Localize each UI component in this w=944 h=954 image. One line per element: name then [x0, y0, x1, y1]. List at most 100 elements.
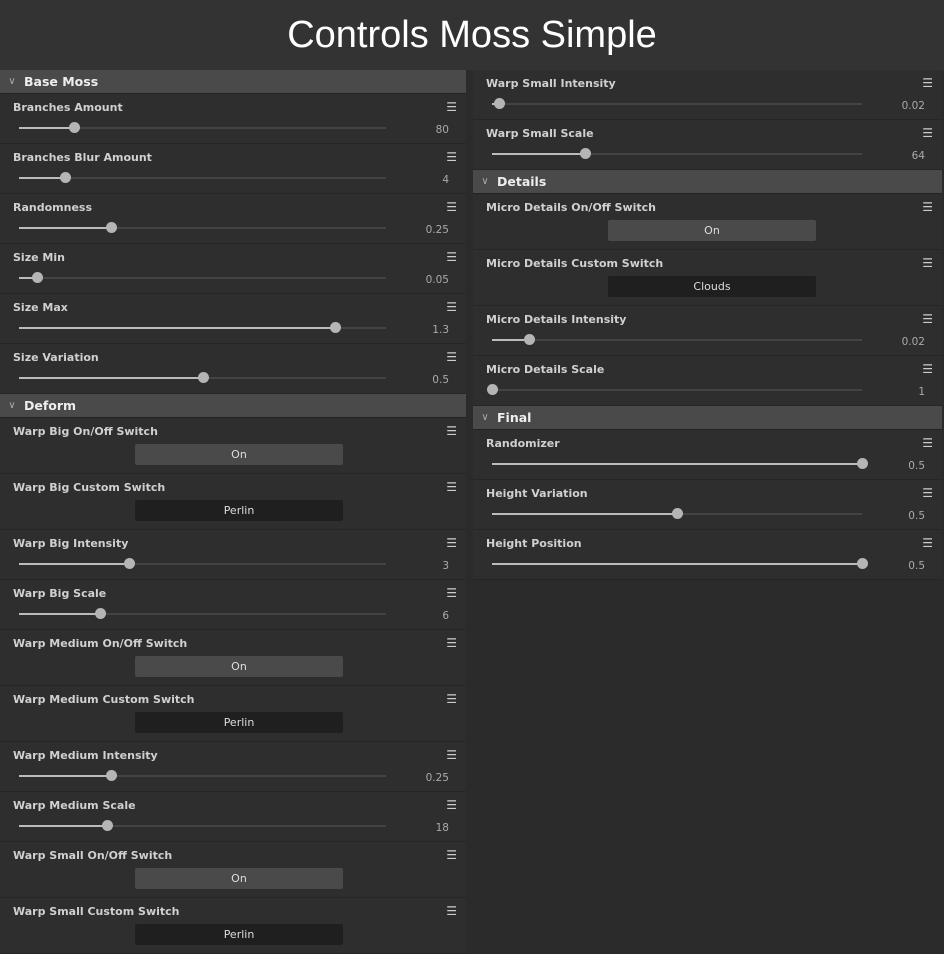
- slider-value[interactable]: 0.5: [432, 374, 449, 386]
- switch-button[interactable]: Clouds: [608, 276, 816, 297]
- param-size-min: Size Min ☰ 0.05: [0, 244, 466, 294]
- list-menu-icon[interactable]: ☰: [922, 536, 933, 550]
- list-menu-icon[interactable]: ☰: [446, 586, 457, 600]
- switch-button[interactable]: Perlin: [135, 924, 343, 945]
- chevron-down-icon[interactable]: ∨: [0, 400, 24, 411]
- list-menu-icon[interactable]: ☰: [922, 486, 933, 500]
- slider-value[interactable]: 64: [912, 150, 925, 162]
- slider-track[interactable]: [19, 608, 386, 619]
- list-menu-icon[interactable]: ☰: [446, 480, 457, 494]
- slider-thumb[interactable]: [672, 508, 683, 519]
- slider-value[interactable]: 0.5: [908, 510, 925, 522]
- section-header-final[interactable]: ∨ Final: [473, 406, 942, 430]
- list-menu-icon[interactable]: ☰: [446, 150, 457, 164]
- slider-thumb[interactable]: [59, 172, 71, 183]
- slider-fill: [19, 177, 65, 179]
- param-label: Warp Big Scale: [13, 587, 107, 600]
- slider-track[interactable]: [19, 172, 386, 183]
- list-menu-icon[interactable]: ☰: [446, 636, 457, 650]
- slider-value[interactable]: 0.5: [908, 560, 925, 572]
- section-header-base-moss[interactable]: ∨ Base Moss: [0, 70, 466, 94]
- slider-value[interactable]: 0.02: [902, 100, 925, 112]
- slider-value[interactable]: 0.5: [908, 460, 925, 472]
- param-label: Branches Amount: [13, 101, 123, 114]
- param-warp-small-custom-switch: Warp Small Custom Switch ☰ Perlin: [0, 898, 466, 954]
- param-label: Warp Medium Intensity: [13, 749, 158, 762]
- slider-thumb[interactable]: [124, 558, 136, 569]
- slider-value[interactable]: 0.05: [426, 274, 449, 286]
- list-menu-icon[interactable]: ☰: [922, 436, 933, 450]
- slider-track[interactable]: [492, 558, 868, 569]
- slider-value[interactable]: 80: [436, 124, 449, 136]
- slider-track[interactable]: [492, 98, 862, 109]
- slider-thumb[interactable]: [579, 148, 591, 159]
- list-menu-icon[interactable]: ☰: [922, 200, 933, 214]
- slider-track[interactable]: [492, 458, 868, 469]
- slider-thumb[interactable]: [857, 458, 868, 469]
- list-menu-icon[interactable]: ☰: [446, 848, 457, 862]
- slider-track[interactable]: [492, 508, 862, 519]
- list-menu-icon[interactable]: ☰: [446, 536, 457, 550]
- switch-button[interactable]: On: [608, 220, 816, 241]
- slider-thumb[interactable]: [197, 372, 209, 383]
- list-menu-icon[interactable]: ☰: [446, 692, 457, 706]
- section-header-deform[interactable]: ∨ Deform: [0, 394, 466, 418]
- switch-button[interactable]: Perlin: [135, 500, 343, 521]
- list-menu-icon[interactable]: ☰: [446, 100, 457, 114]
- switch-button[interactable]: On: [135, 868, 343, 889]
- slider-track[interactable]: [19, 322, 386, 333]
- list-menu-icon[interactable]: ☰: [922, 362, 933, 376]
- slider-value[interactable]: 4: [442, 174, 449, 186]
- slider-value[interactable]: 1.3: [432, 324, 449, 336]
- list-menu-icon[interactable]: ☰: [446, 350, 457, 364]
- chevron-down-icon[interactable]: ∨: [473, 176, 497, 187]
- slider-thumb[interactable]: [94, 608, 106, 619]
- slider-value[interactable]: 0.25: [426, 224, 449, 236]
- slider-track[interactable]: [19, 372, 386, 383]
- slider-thumb[interactable]: [487, 384, 498, 395]
- slider-thumb[interactable]: [105, 770, 117, 781]
- slider-track[interactable]: [19, 122, 386, 133]
- slider-value[interactable]: 3: [442, 560, 449, 572]
- slider-thumb[interactable]: [102, 820, 114, 831]
- slider-track[interactable]: [19, 558, 386, 569]
- slider-thumb[interactable]: [329, 322, 341, 333]
- switch-button[interactable]: Perlin: [135, 712, 343, 733]
- slider-value[interactable]: 0.02: [902, 336, 925, 348]
- slider-thumb[interactable]: [524, 334, 535, 345]
- param-label: Randomizer: [486, 437, 560, 450]
- slider-value[interactable]: 6: [442, 610, 449, 622]
- list-menu-icon[interactable]: ☰: [922, 76, 933, 90]
- slider-thumb[interactable]: [69, 122, 81, 133]
- list-menu-icon[interactable]: ☰: [922, 312, 933, 326]
- slider-thumb[interactable]: [105, 222, 117, 233]
- list-menu-icon[interactable]: ☰: [446, 250, 457, 264]
- slider-value[interactable]: 1: [918, 386, 925, 398]
- list-menu-icon[interactable]: ☰: [446, 748, 457, 762]
- switch-button[interactable]: On: [135, 656, 343, 677]
- slider-value[interactable]: 18: [436, 822, 449, 834]
- list-menu-icon[interactable]: ☰: [446, 200, 457, 214]
- slider-thumb[interactable]: [857, 558, 868, 569]
- chevron-down-icon[interactable]: ∨: [0, 76, 24, 87]
- list-menu-icon[interactable]: ☰: [446, 904, 457, 918]
- list-menu-icon[interactable]: ☰: [922, 126, 933, 140]
- list-menu-icon[interactable]: ☰: [446, 424, 457, 438]
- list-menu-icon[interactable]: ☰: [446, 300, 457, 314]
- slider-track[interactable]: [492, 334, 862, 345]
- param-warp-medium-custom-switch: Warp Medium Custom Switch ☰ Perlin: [0, 686, 466, 742]
- slider-track[interactable]: [487, 384, 862, 395]
- slider-track[interactable]: [19, 272, 386, 283]
- slider-value[interactable]: 0.25: [426, 772, 449, 784]
- switch-button[interactable]: On: [135, 444, 343, 465]
- slider-track[interactable]: [492, 148, 862, 159]
- slider-thumb[interactable]: [494, 98, 506, 109]
- list-menu-icon[interactable]: ☰: [922, 256, 933, 270]
- slider-thumb[interactable]: [32, 272, 44, 283]
- slider-track[interactable]: [19, 222, 386, 233]
- section-header-details[interactable]: ∨ Details: [473, 170, 942, 194]
- slider-track[interactable]: [19, 770, 386, 781]
- chevron-down-icon[interactable]: ∨: [473, 412, 497, 423]
- slider-track[interactable]: [19, 820, 386, 831]
- list-menu-icon[interactable]: ☰: [446, 798, 457, 812]
